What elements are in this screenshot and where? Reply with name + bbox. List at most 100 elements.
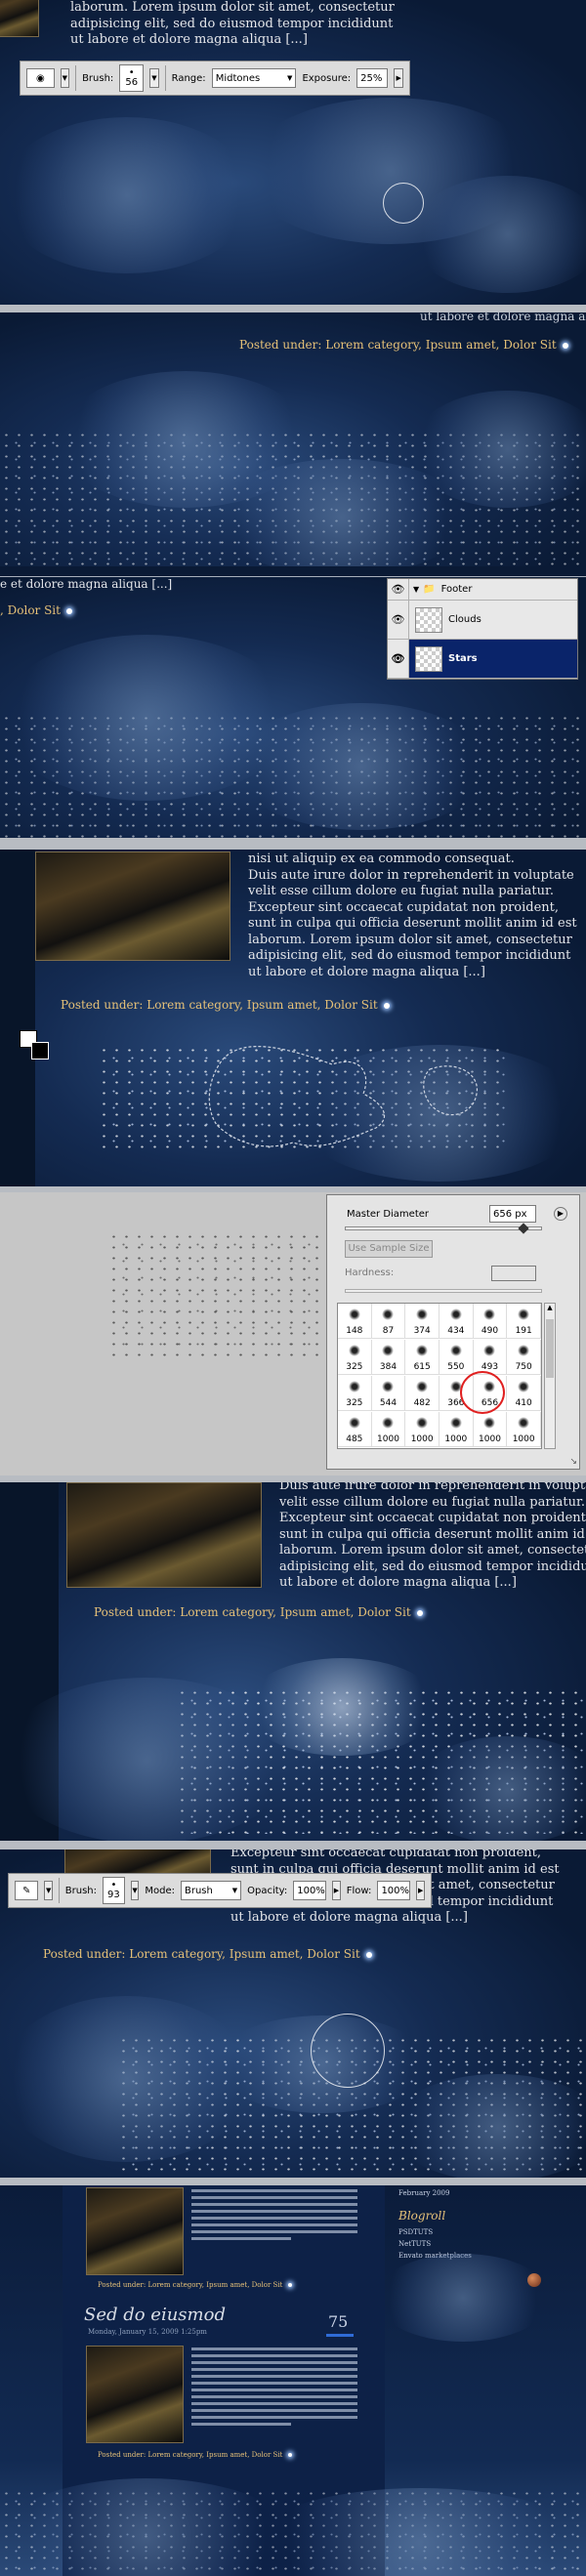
eye-icon[interactable]: 👁: [388, 601, 409, 639]
brush-preset-cell[interactable]: 493: [473, 1340, 508, 1375]
brush-tip-icon: [416, 1381, 429, 1392]
tool-preset-picker[interactable]: ◉: [26, 68, 55, 88]
text-line: [191, 2196, 357, 2199]
text-line: [191, 2402, 357, 2405]
mode-value: Brush: [184, 1885, 213, 1896]
category-links[interactable]: Lorem category, Ipsum amet, Dolor Sit: [147, 2281, 282, 2289]
brush-tip-icon: [382, 1309, 395, 1320]
brush-preset-cell[interactable]: 191: [507, 1304, 541, 1339]
brush-tip-icon: [449, 1345, 462, 1356]
scroll-thumb[interactable]: [546, 1319, 554, 1378]
text-line: [191, 2354, 357, 2357]
brush-preset-cell[interactable]: 1000: [507, 1412, 541, 1447]
brush-size-label: 490: [481, 1326, 499, 1336]
blogroll-item[interactable]: PSDTUTS: [398, 2228, 574, 2236]
hardness-slider[interactable]: [345, 1289, 542, 1293]
brush-preset-cell[interactable]: 750: [507, 1340, 541, 1375]
tool-preset-picker[interactable]: ✎: [15, 1881, 39, 1900]
brush-preset-cell[interactable]: 485: [338, 1412, 372, 1447]
brush-preset-cell[interactable]: 1000: [473, 1412, 508, 1447]
use-sample-size-button[interactable]: Use Sample Size: [345, 1240, 433, 1258]
post-excerpt-lines: [191, 2189, 357, 2244]
chevron-down-icon[interactable]: ▼: [413, 585, 419, 594]
opacity-value: 100%: [297, 1885, 325, 1896]
slider-handle[interactable]: [518, 1223, 529, 1234]
brush-preset-cell[interactable]: 87: [371, 1304, 406, 1339]
comment-count[interactable]: 75: [328, 2312, 348, 2331]
brush-preset-cell[interactable]: 325: [338, 1376, 372, 1411]
chevron-right-icon[interactable]: ▶: [416, 1881, 425, 1900]
brush-size-label: 191: [515, 1326, 532, 1336]
brush-preset-cell[interactable]: 434: [440, 1304, 474, 1339]
range-select[interactable]: Midtones ▼: [211, 68, 297, 88]
eye-icon[interactable]: 👁: [388, 579, 409, 600]
brush-preset-cell[interactable]: 374: [405, 1304, 440, 1339]
category-links[interactable]: Lorem category, Ipsum amet, Dolor Sit: [180, 1605, 410, 1619]
brush-preset-cell[interactable]: 615: [405, 1340, 440, 1375]
layer-row-clouds[interactable]: 👁 Clouds: [388, 601, 577, 640]
brush-picker[interactable]: • 56: [119, 64, 145, 92]
archive-month[interactable]: February 2009: [398, 2189, 574, 2197]
layer-row-footer[interactable]: 👁 ▼ 📁 Footer: [388, 579, 577, 601]
scroll-up-icon[interactable]: ▲: [545, 1304, 555, 1315]
brush-preset-cell[interactable]: 490: [473, 1304, 508, 1339]
post-photo: [66, 1482, 262, 1588]
category-links[interactable]: Lorem category, Ipsum amet, Dolor Sit: [147, 2451, 282, 2459]
exposure-input[interactable]: 25%: [356, 68, 389, 88]
brush-size-label: 1000: [479, 1434, 501, 1444]
brush-picker[interactable]: • 93: [103, 1877, 125, 1904]
chevron-down-icon[interactable]: ▼: [130, 1881, 140, 1900]
star-bullet-icon: [365, 1951, 372, 1958]
brush-preset-cell[interactable]: 1000: [371, 1412, 406, 1447]
posted-prefix: Posted under:: [43, 1947, 130, 1961]
brush-size-label: 87: [382, 1326, 395, 1336]
excerpt-line: ut labore et dolore magna aliqua [...]: [70, 32, 308, 47]
brush-size-label: 750: [515, 1362, 532, 1372]
posted-under: Posted under: Lorem category, Ipsum amet…: [43, 1947, 372, 1961]
divider: [164, 65, 166, 91]
mode-select[interactable]: Brush ▼: [180, 1881, 242, 1900]
brush-size-label: 1000: [444, 1434, 468, 1444]
brush-preset-cell[interactable]: 550: [440, 1340, 474, 1375]
chevron-down-icon[interactable]: ▼: [44, 1881, 53, 1900]
text-line: [191, 2223, 357, 2226]
brush-size-label: 384: [379, 1362, 398, 1372]
chevron-right-icon[interactable]: ▶: [332, 1881, 341, 1900]
category-links[interactable]: Lorem category, Ipsum amet, Dolor Sit: [325, 338, 556, 352]
brush-tip-icon: [518, 1345, 530, 1356]
chevron-down-icon[interactable]: ▼: [60, 68, 70, 88]
blogroll-title: Blogroll: [398, 2209, 446, 2223]
opacity-input[interactable]: 100%: [293, 1881, 327, 1900]
flow-input[interactable]: 100%: [377, 1881, 411, 1900]
panel-final-preview: Posted under: Lorem category, Ipsum amet…: [0, 2185, 586, 2576]
brush-preset-cell[interactable]: 410: [507, 1376, 541, 1411]
brush-tip-icon: [348, 1345, 360, 1356]
eye-icon[interactable]: 👁: [388, 640, 409, 678]
posted-prefix: Posted under:: [98, 2451, 148, 2459]
brush-preset-cell[interactable]: 325: [338, 1340, 372, 1375]
chevron-right-icon[interactable]: ▶: [554, 1207, 567, 1221]
brush-preset-cell[interactable]: 384: [371, 1340, 406, 1375]
brush-size-label: 410: [515, 1398, 532, 1408]
brush-preset-cell[interactable]: 544: [371, 1376, 406, 1411]
brush-preset-cell[interactable]: 1000: [440, 1412, 474, 1447]
chevron-down-icon[interactable]: ▼: [149, 68, 159, 88]
brush-preset-grid: 148 87 374 434 490 191 325 384 615 550 493 750 325 54…: [337, 1303, 542, 1449]
brush-preset-cell[interactable]: 482: [405, 1376, 440, 1411]
chevron-right-icon[interactable]: ▶: [394, 68, 403, 88]
cloud: [410, 1736, 586, 1841]
resize-grip-icon[interactable]: ↘: [569, 1457, 577, 1467]
post-title[interactable]: Sed do eiusmod: [84, 2305, 226, 2325]
brush-preset-cell[interactable]: 1000: [405, 1412, 440, 1447]
master-diameter-input[interactable]: 656 px: [489, 1205, 536, 1223]
category-links[interactable]: Lorem category, Ipsum amet, Dolor Sit: [129, 1947, 359, 1961]
layer-row-stars[interactable]: 👁 Stars: [388, 640, 577, 679]
hardness-input[interactable]: [491, 1266, 536, 1281]
divider: [0, 305, 586, 312]
posted-under: Posted under: Lorem category, Ipsum amet…: [98, 2281, 293, 2289]
scrollbar[interactable]: ▲: [544, 1303, 556, 1449]
cut-text-line: e et dolore magna aliqua [...]: [0, 577, 173, 591]
blogroll-item[interactable]: NetTUTS: [398, 2240, 574, 2248]
brush-preset-cell[interactable]: 148: [338, 1304, 372, 1339]
diameter-slider[interactable]: [345, 1226, 542, 1230]
